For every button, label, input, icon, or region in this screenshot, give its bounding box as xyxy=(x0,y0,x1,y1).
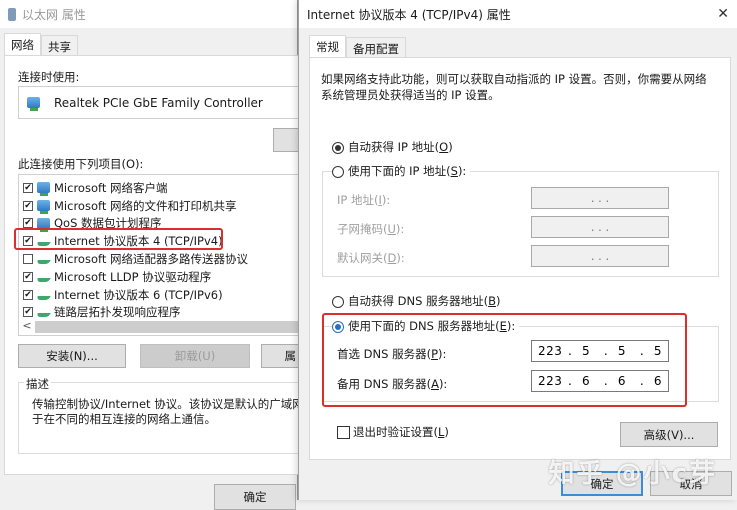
right-titlebar: Internet 协议版本 4 (TCP/IPv4) 属性 ✕ xyxy=(299,0,737,28)
protocol-icon xyxy=(36,277,51,282)
accel-key: S xyxy=(450,164,458,178)
ethernet-icon xyxy=(8,7,16,21)
subnet-mask-input[interactable]: . . . xyxy=(531,216,669,238)
horizontal-scrollbar[interactable]: < xyxy=(19,319,307,335)
accel-key: O xyxy=(439,140,449,154)
list-item[interactable]: Microsoft 网络适配器多路传送器协议 xyxy=(23,250,307,268)
checkbox[interactable]: ✔ xyxy=(23,200,33,211)
auto-dns-radio[interactable]: 自动获得 DNS 服务器地址(B) xyxy=(332,293,500,309)
checkbox[interactable] xyxy=(23,254,33,265)
description-label: 描述 xyxy=(24,376,51,392)
manual-ip-label: 使用下面的 IP 地址( xyxy=(348,164,451,178)
connect-using-label: 连接时使用: xyxy=(18,70,80,84)
auto-ip-label: 自动获得 IP 地址( xyxy=(348,140,440,154)
default-gateway-input[interactable]: . . . xyxy=(531,245,669,267)
checkbox[interactable]: ✔ xyxy=(23,271,33,282)
manual-ip-radio[interactable]: 使用下面的 IP 地址(S): xyxy=(332,163,471,179)
item-label: Microsoft 网络客户端 xyxy=(54,180,168,195)
left-ok-button[interactable]: 确定 xyxy=(214,484,296,510)
items-list: ✔ Microsoft 网络客户端 ✔ Microsoft 网络的文件和打印机共享 … xyxy=(18,174,308,336)
left-titlebar: 以太网 属性 xyxy=(0,0,297,28)
watermark: 知乎 @小c芽 xyxy=(548,459,717,489)
tab-network[interactable]: 网络 xyxy=(4,33,41,56)
close-icon[interactable]: ✕ xyxy=(717,6,729,22)
item-label: Microsoft LLDP 协议驱动程序 xyxy=(54,269,212,284)
radio-unselected[interactable] xyxy=(332,295,344,308)
suffix: ) xyxy=(448,140,453,154)
radio-selected[interactable] xyxy=(332,141,344,154)
items-label: 此连接使用下列项目(O): xyxy=(18,157,144,171)
file-share-icon xyxy=(37,200,50,215)
radio-unselected[interactable] xyxy=(332,165,344,178)
scroll-left-arrow[interactable]: < xyxy=(19,319,35,335)
suffix: ): xyxy=(457,164,467,178)
intro-line1: 如果网络支持此功能，则可以获取自动指派的 IP 设置。否则，你需要从网络 xyxy=(321,72,707,86)
description-text-line1: 传输控制协议/Internet 协议。该协议是默认的广域网络 xyxy=(32,397,316,411)
checkbox[interactable]: ✔ xyxy=(23,182,33,193)
network-client-icon xyxy=(37,182,50,197)
adapter-box: Realtek PCIe GbE Family Controller xyxy=(18,86,308,119)
item-label: Microsoft 网络的文件和打印机共享 xyxy=(54,198,237,213)
checkbox[interactable] xyxy=(337,425,350,439)
right-window-title: Internet 协议版本 4 (TCP/IPv4) 属性 xyxy=(307,7,511,22)
item-label: Internet 协议版本 6 (TCP/IPv6) xyxy=(54,287,223,302)
description-text-line2: 于在不同的相互连接的网络上通信。 xyxy=(32,412,216,426)
list-item[interactable]: ✔ Microsoft 网络的文件和打印机共享 xyxy=(23,197,307,215)
ipv4-highlight-box xyxy=(14,228,223,250)
validate-checkbox[interactable]: 退出时验证设置(L) xyxy=(337,424,449,440)
checkbox[interactable]: ✔ xyxy=(23,218,33,229)
item-label: Microsoft 网络适配器多路传送器协议 xyxy=(54,252,248,267)
dns-highlight-box xyxy=(322,313,687,407)
tab-general[interactable]: 常规 xyxy=(309,35,346,58)
adapter-icon xyxy=(27,97,40,111)
validate-label: 退出时验证设置( xyxy=(353,425,438,439)
list-item[interactable]: ✔ Microsoft 网络客户端 xyxy=(23,179,307,197)
left-window-title: 以太网 属性 xyxy=(22,7,86,22)
install-button[interactable]: 安装(N)... xyxy=(18,344,126,368)
ethernet-properties-window: 以太网 属性 网络 共享 连接时使用: Realtek PCIe GbE Fam… xyxy=(0,0,315,510)
advanced-button[interactable]: 高级(V)... xyxy=(620,422,718,447)
suffix: ) xyxy=(495,294,501,308)
adapter-name: Realtek PCIe GbE Family Controller xyxy=(54,95,263,110)
tab-sharing[interactable]: 共享 xyxy=(41,35,78,56)
list-item[interactable]: ✔ Microsoft LLDP 协议驱动程序 xyxy=(23,268,307,286)
protocol-icon xyxy=(36,313,51,318)
suffix: ) xyxy=(444,425,449,439)
checkbox[interactable]: ✔ xyxy=(23,289,33,300)
auto-ip-radio[interactable]: 自动获得 IP 地址(O) xyxy=(332,139,453,155)
ip-address-label: IP 地址(I): xyxy=(337,193,391,207)
tab-alternate-config[interactable]: 备用配置 xyxy=(346,37,406,58)
auto-dns-label: 自动获得 DNS 服务器地址( xyxy=(348,294,489,308)
uninstall-button[interactable]: 卸载(U) xyxy=(140,344,250,368)
default-gateway-label: 默认网关(D): xyxy=(337,251,405,265)
list-item[interactable]: ✔ Internet 协议版本 6 (TCP/IPv6) xyxy=(23,286,307,304)
scrollbar-thumb[interactable] xyxy=(35,321,307,333)
ip-address-input[interactable]: . . . xyxy=(531,187,669,209)
protocol-icon xyxy=(36,260,51,265)
protocol-icon xyxy=(36,295,51,300)
accel-key: B xyxy=(488,294,496,308)
intro-line2: 系统管理员处获得适当的 IP 设置。 xyxy=(321,88,500,102)
subnet-mask-label: 子网掩码(U): xyxy=(337,222,405,236)
checkbox[interactable]: ✔ xyxy=(23,307,33,318)
ipv4-properties-window: Internet 协议版本 4 (TCP/IPv4) 属性 ✕ 常规 备用配置 … xyxy=(298,0,737,500)
properties-button[interactable]: 属 xyxy=(261,344,301,368)
